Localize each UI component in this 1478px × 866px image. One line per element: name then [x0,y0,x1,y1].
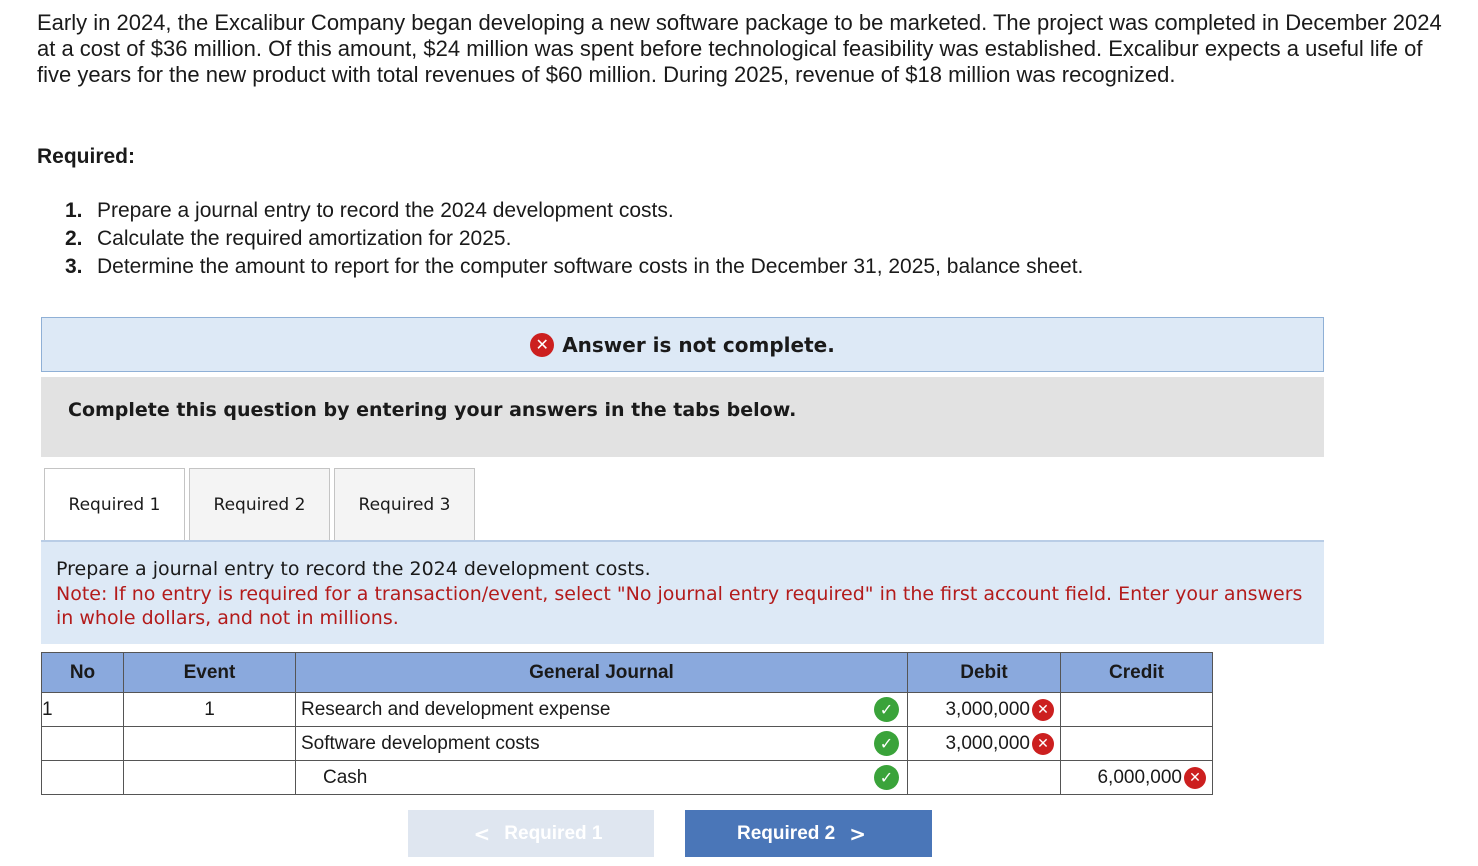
header-event: Event [123,652,296,693]
chevron-left-icon: < [473,821,491,846]
prompt-note: Note: If no entry is required for a tran… [56,583,1303,629]
account-cell[interactable]: Software development costs ✓ [295,726,908,761]
prompt-text: Prepare a journal entry to record the 20… [56,558,651,580]
x-circle-icon: ✕ [1032,732,1054,755]
tab-required-2[interactable]: Required 2 [189,468,330,541]
tab-required-3[interactable]: Required 3 [334,468,475,541]
account-field[interactable]: Software development costs [296,733,540,754]
header-no: No [41,652,124,693]
table-row: Cash ✓ 6,000,000 ✕ [41,760,1213,795]
item-number: 2. [65,227,83,250]
problem-statement: Early in 2024, the Excalibur Company beg… [37,10,1442,87]
tab-required-1[interactable]: Required 1 [44,468,185,541]
table-row: Software development costs ✓ 3,000,000 ✕ [41,726,1213,761]
required-item: 3. Determine the amount to report for the… [65,253,1083,281]
item-text: Prepare a journal entry to record the 20… [97,199,674,222]
account-cell[interactable]: Cash ✓ [295,760,908,795]
row-event[interactable] [123,726,296,761]
account-field[interactable]: Cash [296,767,367,788]
check-circle-icon: ✓ [874,731,899,756]
check-circle-icon: ✓ [874,697,899,722]
next-button-label: Required 2 [737,822,836,844]
debit-cell[interactable]: 3,000,000 ✕ [907,726,1061,761]
credit-cell[interactable] [1060,726,1213,761]
x-circle-icon: ✕ [1032,698,1054,721]
instruction-text: Complete this question by entering your … [68,399,797,421]
debit-field[interactable]: 3,000,000 [945,733,1030,755]
answer-status-banner: ✕ Answer is not complete. [41,317,1324,372]
row-no: 1 [41,692,124,727]
journal-table: No Event General Journal Debit Credit 1 … [41,652,1213,795]
row-event[interactable] [123,760,296,795]
journal-header-row: No Event General Journal Debit Credit [41,652,1213,693]
debit-cell[interactable] [907,760,1061,795]
tab-bar: Required 1 Required 2 Required 3 [44,468,479,541]
x-circle-icon: ✕ [1184,766,1206,789]
credit-field[interactable]: 6,000,000 [1097,767,1182,789]
row-no [41,760,124,795]
account-field[interactable]: Research and development expense [296,699,610,720]
row-no [41,726,124,761]
credit-cell[interactable]: 6,000,000 ✕ [1060,760,1213,795]
credit-cell[interactable] [1060,692,1213,727]
required-list: 1. Prepare a journal entry to record the … [65,197,1083,281]
x-circle-icon: ✕ [530,332,555,357]
chevron-right-icon: > [849,821,866,846]
item-number: 3. [65,255,83,278]
header-general-journal: General Journal [295,652,908,693]
instruction-box: Complete this question by entering your … [41,377,1324,457]
required-item: 2. Calculate the required amortization fo… [65,225,1083,253]
item-text: Calculate the required amortization for … [97,227,512,250]
item-number: 1. [65,199,83,222]
header-credit: Credit [1060,652,1213,693]
debit-cell[interactable]: 3,000,000 ✕ [907,692,1061,727]
prompt-box: Prepare a journal entry to record the 20… [41,540,1324,644]
answer-status-text: Answer is not complete. [562,332,835,357]
header-debit: Debit [907,652,1061,693]
required-item: 1. Prepare a journal entry to record the … [65,197,1083,225]
item-text: Determine the amount to report for the c… [97,255,1084,278]
check-circle-icon: ✓ [874,765,899,790]
next-required-button[interactable]: Required 2 > [685,810,932,857]
debit-field[interactable]: 3,000,000 [945,699,1030,721]
prev-required-button[interactable]: < Required 1 [408,810,654,857]
account-cell[interactable]: Research and development expense ✓ [295,692,908,727]
table-row: 1 1 Research and development expense ✓ 3… [41,692,1213,727]
prev-button-label: Required 1 [504,822,603,844]
required-heading: Required: [37,145,136,168]
row-event[interactable]: 1 [123,692,296,727]
